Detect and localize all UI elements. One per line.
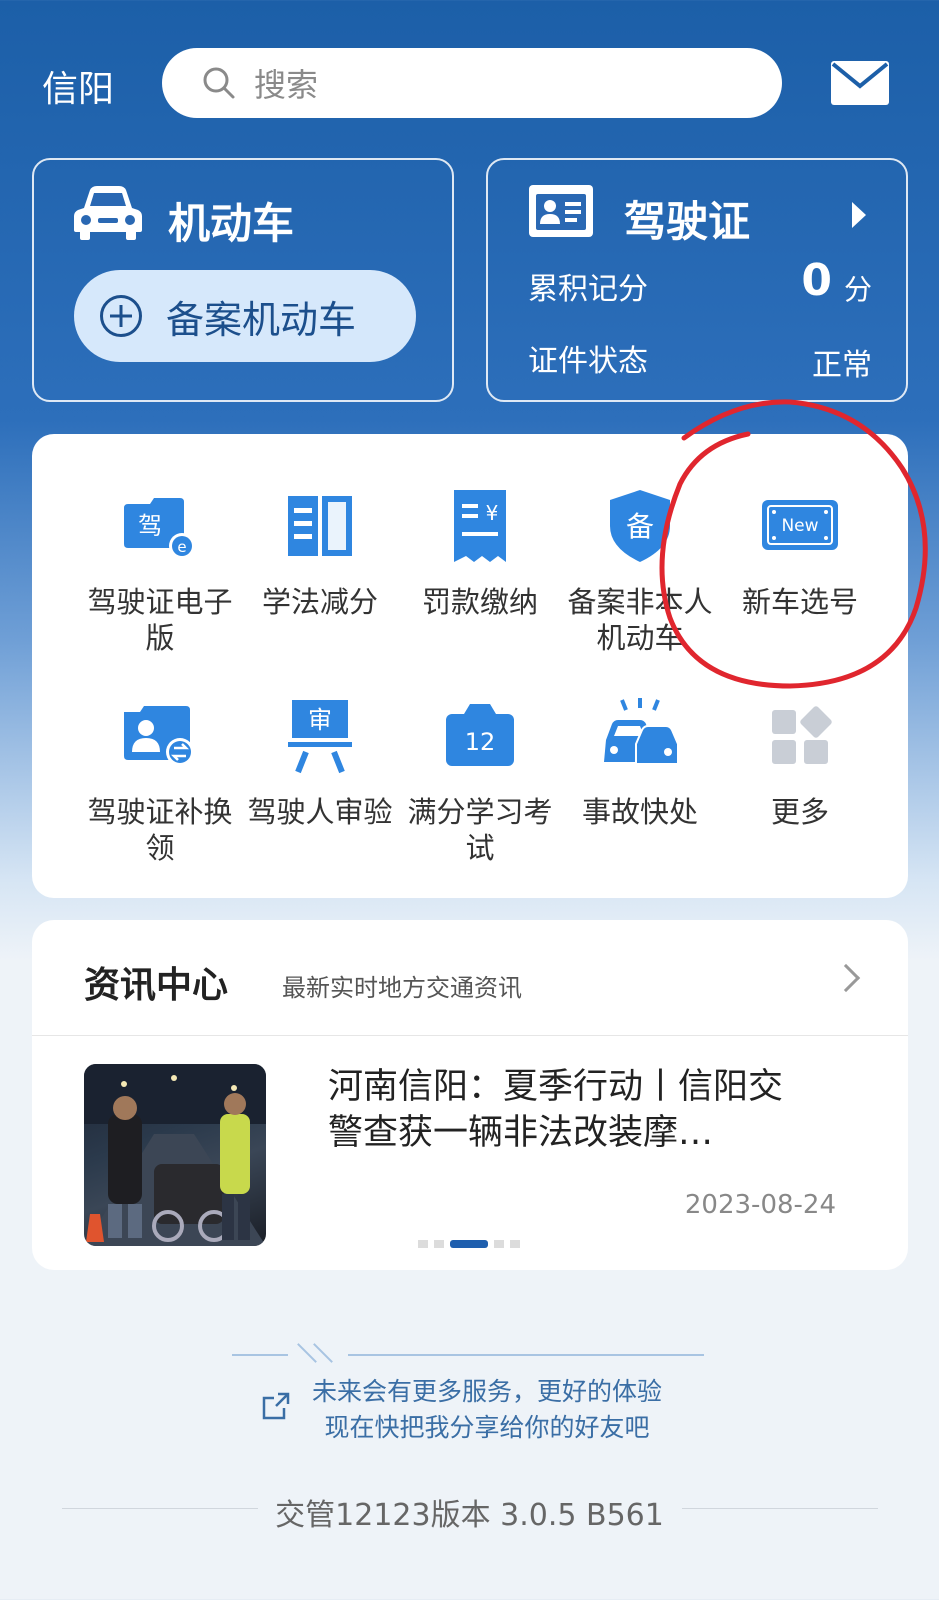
carousel-dot <box>434 1240 444 1248</box>
license-card-title: 驾驶证 <box>624 197 751 246</box>
receipt-icon: ¥ <box>454 490 506 562</box>
score-value: 0 <box>801 255 832 306</box>
service-label: 罚款缴纳 <box>421 585 538 619</box>
divider <box>348 1354 704 1356</box>
service-label: 学法减分 <box>261 585 378 619</box>
status-label: 证件状态 <box>528 344 648 379</box>
status-value: 正常 <box>812 348 872 383</box>
chevron-right-icon[interactable] <box>852 202 866 228</box>
news-photo-icon <box>84 1064 266 1246</box>
svg-text:e: e <box>177 538 186 556</box>
news-header[interactable]: 资讯中心 最新实时地方交通资讯 <box>32 920 908 1036</box>
share-message[interactable]: 未来会有更多服务，更好的体验 现在快把我分享给你的好友吧 <box>312 1374 662 1446</box>
add-vehicle-label: 备案机动车 <box>166 297 357 342</box>
book-icon <box>288 496 352 556</box>
service-label: 备案非本人机动车 <box>567 585 713 655</box>
share-line-1: 未来会有更多服务，更好的体验 <box>312 1377 663 1406</box>
new-plate-icon: New <box>762 500 838 550</box>
divider <box>232 1354 288 1356</box>
id-card-icon <box>529 185 593 237</box>
search-bar[interactable]: 搜索 <box>162 48 782 118</box>
add-vehicle-button[interactable]: 备案机动车 <box>74 270 416 362</box>
mail-icon[interactable] <box>830 60 890 106</box>
svg-text:New: New <box>781 516 818 536</box>
license-renew-icon <box>124 706 194 766</box>
calendar-12-icon: 12 <box>446 704 514 766</box>
service-license-renew[interactable]: 驾驶证补换领 <box>80 696 240 866</box>
app-version: 交管12123版本 3.0.5 B561 <box>275 1498 664 1533</box>
services-grid: 驾 e 驾驶证电子版 学法减分 ¥ 罚款缴纳 备 备案非本人机动车 New 新车… <box>32 434 908 898</box>
service-full-score-exam[interactable]: 12 满分学习考试 <box>400 696 560 866</box>
carousel-indicator <box>418 1240 520 1248</box>
news-date: 2023-08-24 <box>684 1190 836 1220</box>
news-title: 资讯中心 <box>84 965 229 1006</box>
service-study-deduct[interactable]: 学法减分 <box>240 486 400 620</box>
service-label: 更多 <box>770 795 829 829</box>
score-label: 累积记分 <box>528 272 648 307</box>
svg-text:驾: 驾 <box>138 512 162 540</box>
carousel-dot <box>418 1240 428 1248</box>
service-label: 新车选号 <box>741 585 858 619</box>
e-license-icon: 驾 e <box>124 498 195 559</box>
service-pay-fine[interactable]: ¥ 罚款缴纳 <box>400 486 560 620</box>
search-icon <box>203 67 235 99</box>
chevron-right-icon[interactable] <box>831 963 861 993</box>
news-headline[interactable]: 河南信阳：夏季行动丨信阳交警查获一辆非法改装摩… <box>328 1064 808 1156</box>
city-selector[interactable]: 信阳 <box>42 60 114 112</box>
service-register-other-vehicle[interactable]: 备 备案非本人机动车 <box>560 486 720 656</box>
service-label: 驾驶证补换领 <box>87 795 233 865</box>
news-subtitle: 最新实时地方交通资讯 <box>282 974 522 1002</box>
news-center: 资讯中心 最新实时地方交通资讯 河南信阳：夏季行动丨信阳交警查获一辆非法改装摩…… <box>32 920 908 1270</box>
vehicle-card-title: 机动车 <box>168 199 295 248</box>
license-card[interactable]: 驾驶证 累积记分 0 分 证件状态 正常 <box>486 158 908 402</box>
service-accident[interactable]: 事故快处 <box>560 696 720 830</box>
service-label: 事故快处 <box>581 795 698 829</box>
service-driver-review[interactable]: 审 驾驶人审验 <box>240 696 400 830</box>
carousel-dot-active <box>450 1240 488 1248</box>
service-label: 驾驶人审验 <box>247 795 393 829</box>
service-e-license[interactable]: 驾 e 驾驶证电子版 <box>80 486 240 656</box>
service-more[interactable]: 更多 <box>720 696 880 830</box>
top-bar: 信阳 搜索 <box>0 0 939 150</box>
more-grid-icon <box>772 706 832 764</box>
service-label: 满分学习考试 <box>407 795 553 865</box>
svg-text:12: 12 <box>465 728 496 756</box>
carousel-dot <box>494 1240 504 1248</box>
news-thumbnail[interactable] <box>84 1064 266 1246</box>
svg-text:备: 备 <box>626 510 654 543</box>
share-icon[interactable] <box>260 1390 292 1422</box>
svg-text:审: 审 <box>308 706 332 734</box>
plus-circle-icon <box>100 295 142 337</box>
car-icon <box>74 186 142 240</box>
score-unit: 分 <box>843 273 872 306</box>
service-label: 驾驶证电子版 <box>87 585 233 655</box>
service-new-plate[interactable]: New 新车选号 <box>720 486 880 620</box>
search-placeholder: 搜索 <box>254 66 319 104</box>
review-icon: 审 <box>288 700 352 774</box>
carousel-dot <box>510 1240 520 1248</box>
svg-text:¥: ¥ <box>486 501 499 525</box>
vehicle-card[interactable]: 机动车 备案机动车 <box>32 158 454 402</box>
shield-icon: 备 <box>610 490 670 562</box>
accident-icon <box>604 698 679 765</box>
share-line-2: 现在快把我分享给你的好友吧 <box>324 1413 650 1442</box>
